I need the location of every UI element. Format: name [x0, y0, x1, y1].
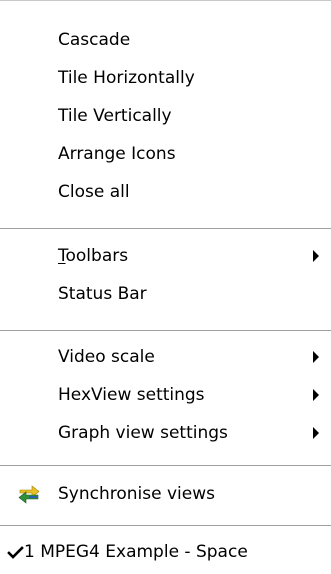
menu-item-video-scale[interactable]: Video scale: [0, 338, 331, 376]
menu-item-graph-view-settings[interactable]: Graph view settings: [0, 414, 331, 452]
menu-item-label: Tile Vertically: [58, 106, 172, 126]
menu-item-label: Synchronise views: [58, 484, 215, 504]
menu-item-label: Tile Horizontally: [58, 68, 195, 88]
menu-item-close-all[interactable]: Close all: [0, 173, 331, 211]
menu-item-label: Toolbars: [58, 237, 128, 275]
menu-separator: [0, 525, 331, 527]
mnemonic-letter: T: [58, 246, 66, 266]
menu-item-label: Video scale: [58, 347, 155, 367]
checkmark-icon: [7, 546, 24, 559]
submenu-arrow-icon: [313, 389, 319, 401]
menu-top-border: [0, 0, 331, 1]
menu-item-toolbars[interactable]: Toolbars: [0, 237, 331, 275]
submenu-arrow-icon: [313, 351, 319, 363]
menu-separator: [0, 228, 331, 230]
menu-item-label: HexView settings: [58, 385, 205, 405]
menu-item-label: Graph view settings: [58, 423, 228, 443]
menu-item-status-bar[interactable]: Status Bar: [0, 275, 331, 313]
menu-item-window-1[interactable]: 1 MPEG4 Example - Space: [0, 533, 331, 571]
menu-item-label: Status Bar: [58, 284, 147, 304]
menu-item-cascade[interactable]: Cascade: [0, 21, 331, 59]
menu-item-tile-vertically[interactable]: Tile Vertically: [0, 97, 331, 135]
menu-item-synchronise-views[interactable]: Synchronise views: [0, 475, 331, 513]
menu-item-label: Cascade: [58, 30, 131, 50]
menu-item-tile-horizontally[interactable]: Tile Horizontally: [0, 59, 331, 97]
menu-item-hexview-settings[interactable]: HexView settings: [0, 376, 331, 414]
label-rest: oolbars: [65, 246, 129, 266]
submenu-arrow-icon: [313, 427, 319, 439]
menu-separator: [0, 465, 331, 467]
synchronise-arrows-icon: [18, 485, 40, 504]
menu-item-arrange-icons[interactable]: Arrange Icons: [0, 135, 331, 173]
window-menu: Cascade Tile Horizontally Tile Verticall…: [0, 0, 331, 574]
menu-separator: [0, 330, 331, 332]
menu-item-label: 1 MPEG4 Example - Space: [24, 542, 248, 562]
menu-item-label: Arrange Icons: [58, 144, 176, 164]
menu-item-label: Close all: [58, 182, 130, 202]
submenu-arrow-icon: [313, 250, 319, 262]
